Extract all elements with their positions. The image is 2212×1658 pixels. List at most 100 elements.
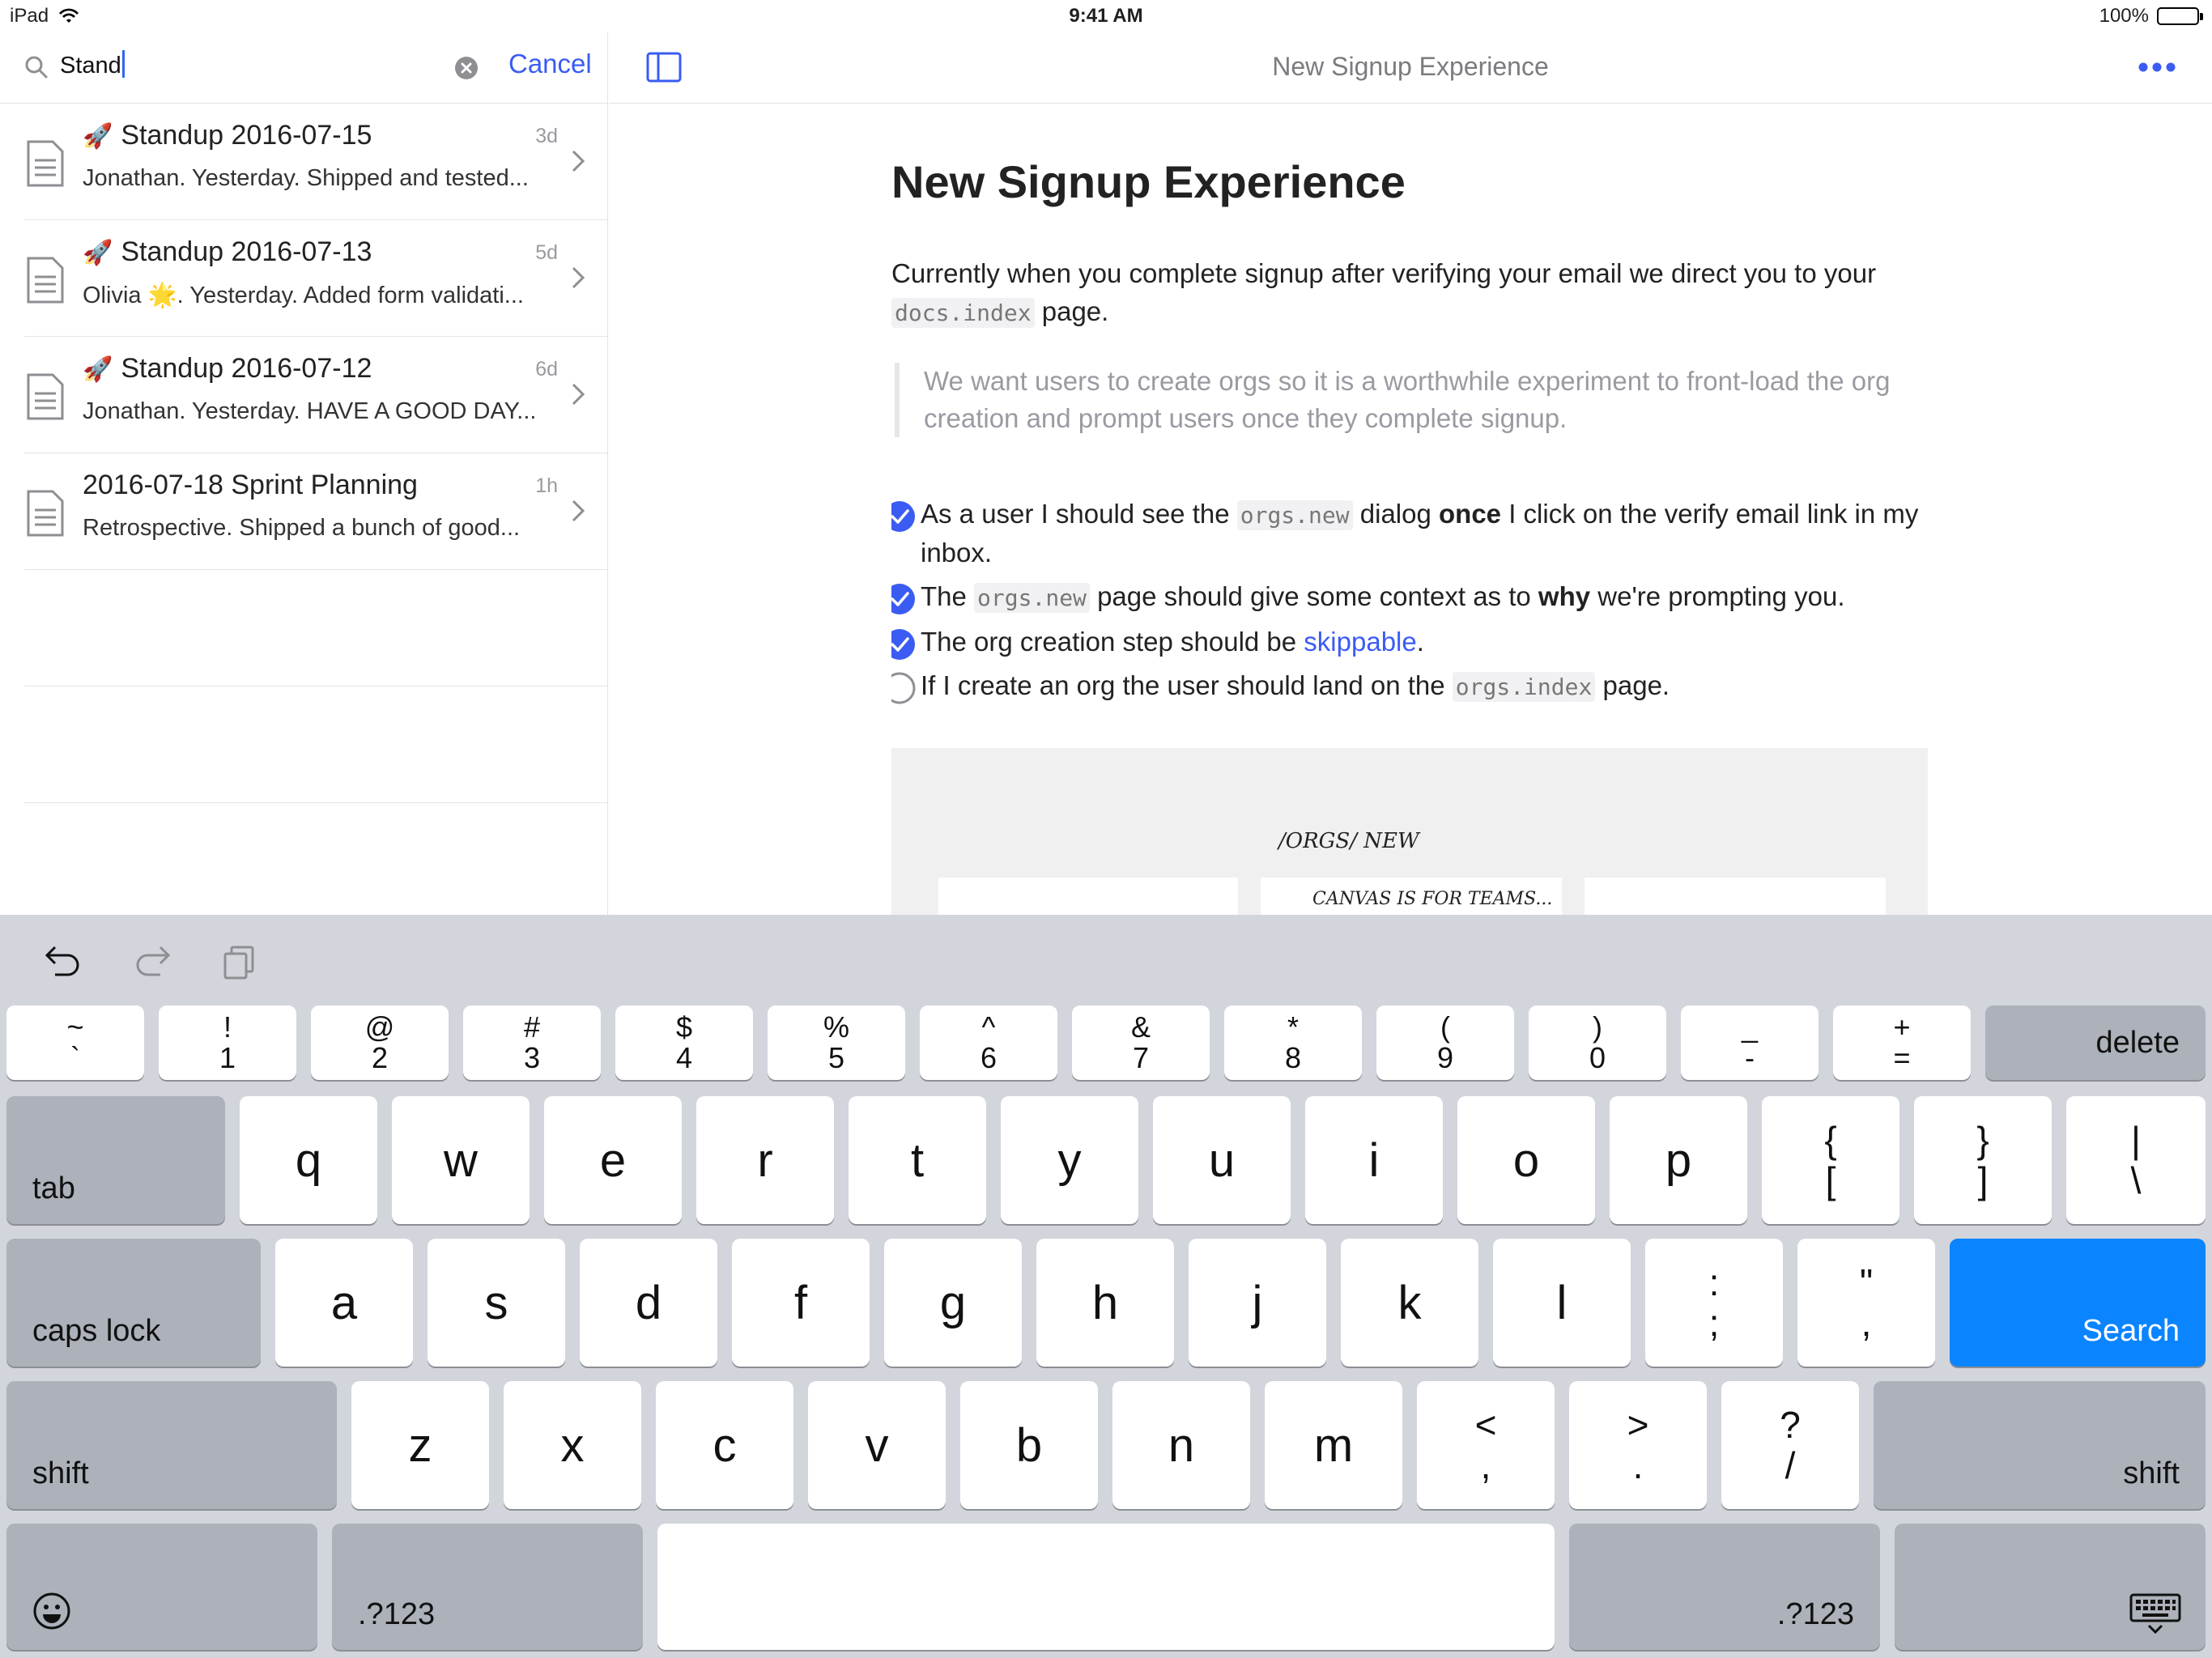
key-j[interactable]: j [1189,1239,1326,1367]
key-1[interactable]: ! 1 [159,1005,296,1080]
shift-right-key[interactable]: shift [1874,1381,2206,1509]
key-n[interactable]: n [1112,1381,1250,1509]
checked-circle-icon[interactable] [891,628,916,661]
key-tilde[interactable]: ~ ` [6,1005,144,1080]
inline-code: orgs.new [974,583,1090,613]
result-item[interactable]: 🚀 Standup 2016-07-13 5d Olivia 🌟. Yesterd… [24,220,608,337]
key-quote[interactable]: ", [1797,1239,1935,1367]
key-s[interactable]: s [428,1239,565,1367]
key-o[interactable]: o [1457,1096,1595,1224]
rocket-icon: 🚀 [83,356,113,383]
key-b[interactable]: b [960,1381,1098,1509]
result-item[interactable]: 🚀 Standup 2016-07-15 3d Jonathan. Yesterd… [24,104,608,220]
key-backslash[interactable]: | \ [2066,1096,2206,1224]
cancel-button[interactable]: Cancel [508,49,592,79]
clear-search-icon[interactable] [453,55,479,81]
search-results: 🚀 Standup 2016-07-15 3d Jonathan. Yesterd… [24,104,608,803]
key-0[interactable]: ) 0 [1529,1005,1666,1080]
key-equals[interactable]: + = [1833,1005,1971,1080]
result-item[interactable]: 2016-07-18 Sprint Planning 1h Retrospect… [24,453,608,570]
key-x[interactable]: x [504,1381,641,1509]
list-divider [24,687,608,803]
numbers-key-right[interactable]: .?123 [1569,1524,1880,1650]
battery-icon [2157,7,2203,25]
checked-circle-icon[interactable] [891,583,916,615]
key-slash[interactable]: ? / [1721,1381,1859,1509]
rocket-icon: 🚀 [83,240,113,266]
redo-icon[interactable] [133,944,172,978]
key-comma[interactable]: <, [1417,1381,1555,1509]
key-5[interactable]: % 5 [768,1005,905,1080]
document-icon [27,257,64,304]
document-body: New Signup Experience Currently when you… [891,104,1928,915]
key-7[interactable]: & 7 [1072,1005,1210,1080]
tab-key[interactable]: tab [6,1096,225,1224]
key-i[interactable]: i [1305,1096,1443,1224]
delete-key[interactable]: delete [1985,1005,2206,1080]
paragraph: Currently when you complete signup after… [891,258,1877,328]
key-h[interactable]: h [1036,1239,1174,1367]
key-semicolon[interactable]: :; [1645,1239,1783,1367]
key-c[interactable]: c [656,1381,793,1509]
key-3[interactable]: #3 [463,1005,601,1080]
key-9[interactable]: (9 [1376,1005,1514,1080]
dismiss-keyboard-key[interactable] [1895,1524,2206,1650]
search-icon [25,56,48,79]
undo-icon[interactable] [44,944,83,978]
key-t[interactable]: t [849,1096,986,1224]
key-2[interactable]: @2 [311,1005,449,1080]
key-bracket-right[interactable]: }] [1914,1096,2052,1224]
shift-left-key[interactable]: shift [6,1381,337,1509]
key-k[interactable]: k [1341,1239,1478,1367]
result-subtitle: Jonathan. Yesterday. Shipped and tested.… [83,165,529,191]
result-item[interactable]: 🚀 Standup 2016-07-12 6d Jonathan. Yesterd… [24,337,608,453]
key-6[interactable]: ^ 6 [920,1005,1057,1080]
rocket-icon: 🚀 [83,123,113,150]
key-e[interactable]: e [544,1096,682,1224]
task-item: As a user I should see the orgs.new dial… [891,495,1920,572]
skippable-link[interactable]: skippable [1304,627,1416,657]
document-icon [27,490,64,537]
key-a[interactable]: a [275,1239,413,1367]
checked-circle-icon[interactable] [891,500,916,533]
paste-icon[interactable] [222,944,256,980]
key-d[interactable]: d [580,1239,717,1367]
key-r[interactable]: r [696,1096,834,1224]
key-u[interactable]: u [1153,1096,1291,1224]
document-title: New Signup Experience [891,156,1406,207]
key-l[interactable]: l [1493,1239,1631,1367]
caps-lock-key[interactable]: caps lock [6,1239,261,1367]
key-g[interactable]: g [884,1239,1022,1367]
key-f[interactable]: f [732,1239,870,1367]
key-4[interactable]: $4 [615,1005,753,1080]
emoji-icon [33,1592,70,1630]
key-w[interactable]: w [392,1096,530,1224]
space-key[interactable] [657,1524,1555,1650]
keyboard-shortcuts-bar [0,915,2212,1004]
emoji-key[interactable] [6,1524,317,1650]
key-bracket-left[interactable]: {[ [1762,1096,1899,1224]
key-period[interactable]: >. [1569,1381,1707,1509]
key-y[interactable]: y [1001,1096,1138,1224]
sketch-caption: CANVAS IS FOR TEAMS... [1312,889,1553,909]
chevron-right-icon [572,150,585,172]
result-subtitle: Olivia 🌟. Yesterday. Added form validati… [83,283,524,308]
result-age: 3d [535,125,558,147]
key-q[interactable]: q [240,1096,377,1224]
key-minus[interactable]: _ - [1681,1005,1819,1080]
list-divider [24,570,608,687]
search-key[interactable]: Search [1950,1239,2206,1367]
key-8[interactable]: * 8 [1224,1005,1362,1080]
key-z[interactable]: z [351,1381,489,1509]
key-p[interactable]: p [1610,1096,1747,1224]
search-input[interactable]: Stand [60,50,125,79]
key-v[interactable]: v [808,1381,946,1509]
inline-code: orgs.index [1452,672,1596,702]
result-age: 6d [535,358,558,380]
key-m[interactable]: m [1265,1381,1402,1509]
status-bar: iPad 9:41 AM 100% [0,0,2212,32]
numbers-key-left[interactable]: .?123 [332,1524,643,1650]
task-list: As a user I should see the orgs.new dial… [891,495,1920,712]
unchecked-circle-icon[interactable] [891,672,916,704]
more-icon[interactable] [2138,62,2176,73]
